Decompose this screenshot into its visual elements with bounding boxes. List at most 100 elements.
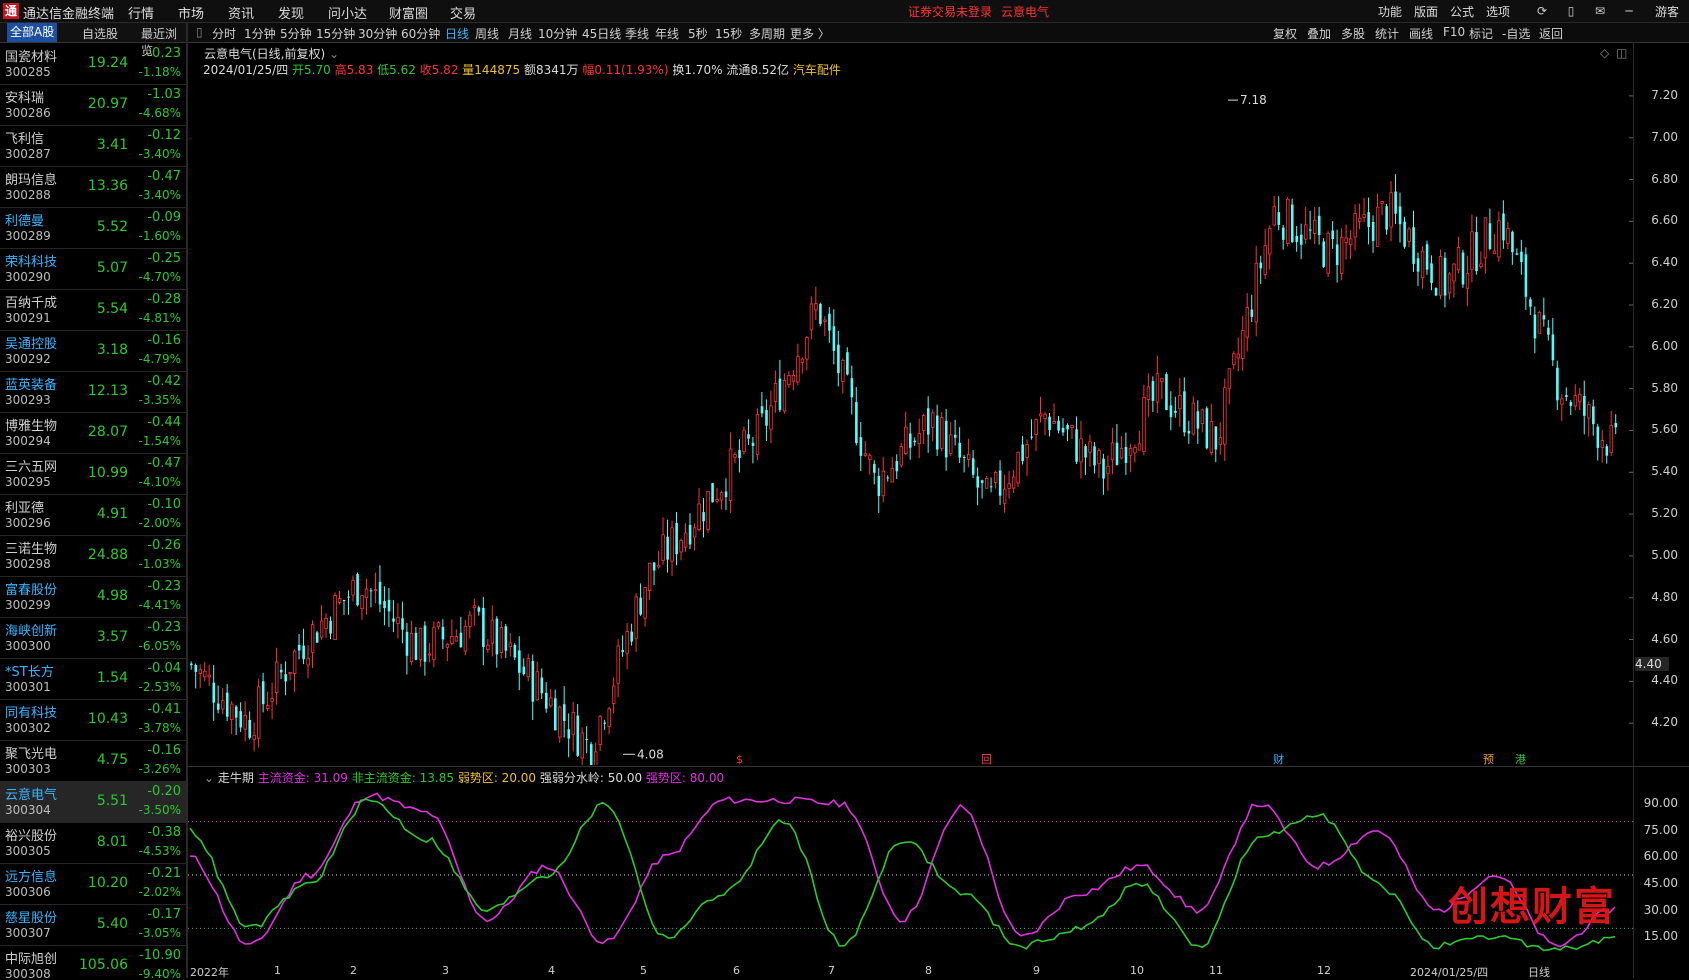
refresh-icon[interactable]: ⟳: [1534, 3, 1550, 19]
candle-body: [535, 671, 540, 701]
period-option[interactable]: 1分钟: [244, 25, 276, 42]
list-item[interactable]: 蓝英装备 300293 12.13 -0.42 -3.35%: [0, 371, 186, 413]
candle-body: [1250, 309, 1254, 317]
menu-ask[interactable]: 问小达: [328, 3, 367, 22]
list-item[interactable]: 聚飞光电 300303 4.75 -0.16 -3.26%: [0, 740, 186, 782]
period-option[interactable]: 30分钟: [358, 25, 397, 42]
list-item[interactable]: 朗玛信息 300288 13.36 -0.47 -3.40%: [0, 166, 186, 208]
list-item[interactable]: 吴通控股 300292 3.18 -0.16 -4.79%: [0, 330, 186, 372]
guest-label[interactable]: 游客: [1655, 3, 1679, 20]
list-item[interactable]: 慈星股份 300307 5.40 -0.17 -3.05%: [0, 904, 186, 946]
tab-all-a-shares[interactable]: 全部A股: [7, 23, 58, 42]
panel-toggle-icon[interactable]: ▯: [196, 25, 203, 39]
menu-options[interactable]: 选项: [1486, 3, 1510, 20]
list-item[interactable]: 利德曼 300289 5.52 -0.09 -1.60%: [0, 207, 186, 249]
period-option[interactable]: 日线: [445, 25, 469, 42]
stock-code: 300306: [5, 885, 51, 899]
list-item[interactable]: 安科瑞 300286 20.97 -1.03 -4.68%: [0, 84, 186, 126]
period-option[interactable]: 季线: [625, 25, 649, 42]
menu-news[interactable]: 资讯: [228, 3, 254, 22]
phone-icon[interactable]: ▯: [1563, 3, 1579, 19]
menu-quotes[interactable]: 行情: [128, 3, 154, 22]
list-item[interactable]: 海峡创新 300300 3.57 -0.23 -6.05%: [0, 617, 186, 659]
chevron-down-icon[interactable]: ⌄: [204, 771, 214, 785]
list-item[interactable]: 三六五网 300295 10.99 -0.47 -4.10%: [0, 453, 186, 495]
list-item[interactable]: 富春股份 300299 4.98 -0.23 -4.41%: [0, 576, 186, 618]
stock-change: -0.41: [147, 702, 181, 717]
menu-discover[interactable]: 发现: [278, 3, 304, 22]
stock-price: 24.88: [87, 547, 128, 563]
tool-button[interactable]: 复权: [1273, 25, 1297, 42]
period-option[interactable]: 5秒: [688, 25, 708, 42]
list-item[interactable]: 三诺生物 300298 24.88 -0.26 -1.03%: [0, 535, 186, 577]
list-item[interactable]: 云意电气 300304 5.51 -0.20 -3.50%: [0, 781, 186, 823]
candle-body: [1605, 446, 1609, 456]
stock-code: 300308: [5, 967, 51, 978]
menu-formula[interactable]: 公式: [1450, 3, 1474, 20]
tool-button[interactable]: 标记: [1469, 25, 1493, 42]
list-item[interactable]: 博雅生物 300294 28.07 -0.44 -1.54%: [0, 412, 186, 454]
candle-body: [908, 433, 912, 448]
candle-body: [1299, 234, 1303, 245]
candle-body: [702, 512, 705, 522]
period-option[interactable]: 15秒: [715, 25, 742, 42]
period-option[interactable]: 多周期: [749, 25, 785, 42]
restore-icon[interactable]: ◫: [1616, 46, 1627, 60]
menu-function[interactable]: 功能: [1378, 3, 1402, 20]
diamond-icon[interactable]: ◇: [1600, 46, 1609, 60]
stock-change-pct: -3.35%: [138, 393, 181, 407]
minimize-icon[interactable]: ─: [1621, 3, 1637, 19]
tool-button[interactable]: -自选: [1502, 25, 1530, 42]
period-option[interactable]: 45日线: [582, 25, 621, 42]
period-option[interactable]: 60分钟: [401, 25, 440, 42]
list-item[interactable]: 远方信息 300306 10.20 -0.21 -2.02%: [0, 863, 186, 905]
chevron-down-icon[interactable]: ⌄: [329, 47, 339, 61]
stock-change: -0.12: [147, 128, 181, 143]
period-option[interactable]: 周线: [475, 25, 499, 42]
tool-button[interactable]: 叠加: [1307, 25, 1331, 42]
list-item[interactable]: 国瓷材料 300285 19.24 -0.23 -1.18%: [0, 43, 186, 85]
menu-wealth[interactable]: 财富圈: [389, 3, 428, 22]
menu-layout[interactable]: 版面: [1414, 3, 1438, 20]
tool-button[interactable]: 返回: [1539, 25, 1563, 42]
period-option[interactable]: 15分钟: [316, 25, 355, 42]
list-item[interactable]: *ST长方 300301 1.54 -0.04 -2.53%: [0, 658, 186, 700]
tab-watchlist[interactable]: 自选股: [82, 25, 118, 42]
menu-trade[interactable]: 交易: [450, 3, 476, 22]
tool-button[interactable]: 多股: [1341, 25, 1365, 42]
list-item[interactable]: 裕兴股份 300305 8.01 -0.38 -4.53%: [0, 822, 186, 864]
candle-body: [1479, 263, 1483, 267]
candle-body: [715, 499, 719, 502]
event-marker: 财: [1273, 752, 1284, 765]
period-option[interactable]: 更多 〉: [790, 25, 830, 42]
period-option[interactable]: 年线: [655, 25, 679, 42]
list-item[interactable]: 利亚德 300296 4.91 -0.10 -2.00%: [0, 494, 186, 536]
candle-body: [1520, 251, 1523, 263]
tool-button[interactable]: F10: [1443, 25, 1465, 39]
list-item[interactable]: 同有科技 300302 10.43 -0.41 -3.78%: [0, 699, 186, 741]
list-item[interactable]: 中际旭创 300308 105.06 -10.90 -9.40%: [0, 945, 186, 978]
candle-body: [670, 527, 674, 562]
indicator-name[interactable]: 走牛期: [218, 771, 254, 785]
list-item[interactable]: 飞利信 300287 3.41 -0.12 -3.40%: [0, 125, 186, 167]
tool-button[interactable]: 统计: [1375, 25, 1399, 42]
tool-button[interactable]: 画线: [1409, 25, 1433, 42]
list-item[interactable]: 百纳千成 300291 5.54 -0.28 -4.81%: [0, 289, 186, 331]
candle-body: [989, 486, 993, 488]
menu-market[interactable]: 市场: [178, 3, 204, 22]
pane-divider: [188, 766, 1689, 767]
list-item[interactable]: 荣科科技 300290 5.07 -0.25 -4.70%: [0, 248, 186, 290]
period-option[interactable]: 10分钟: [538, 25, 577, 42]
stock-name: 慈星股份: [5, 911, 58, 926]
period-option[interactable]: 月线: [508, 25, 532, 42]
period-option[interactable]: 5分钟: [280, 25, 312, 42]
candle-body: [292, 650, 297, 674]
indicator-chart[interactable]: [188, 786, 1633, 964]
candlestick-chart[interactable]: 7.18 4.08 $ 回 财 预 港: [188, 75, 1633, 765]
period-option[interactable]: 分时: [212, 25, 236, 42]
candle-body: [203, 670, 207, 678]
login-status[interactable]: 证券交易未登录: [908, 3, 992, 20]
stock-name: 三六五网: [5, 460, 58, 475]
candle-body: [1529, 299, 1532, 307]
mail-icon[interactable]: ✉: [1592, 3, 1608, 19]
